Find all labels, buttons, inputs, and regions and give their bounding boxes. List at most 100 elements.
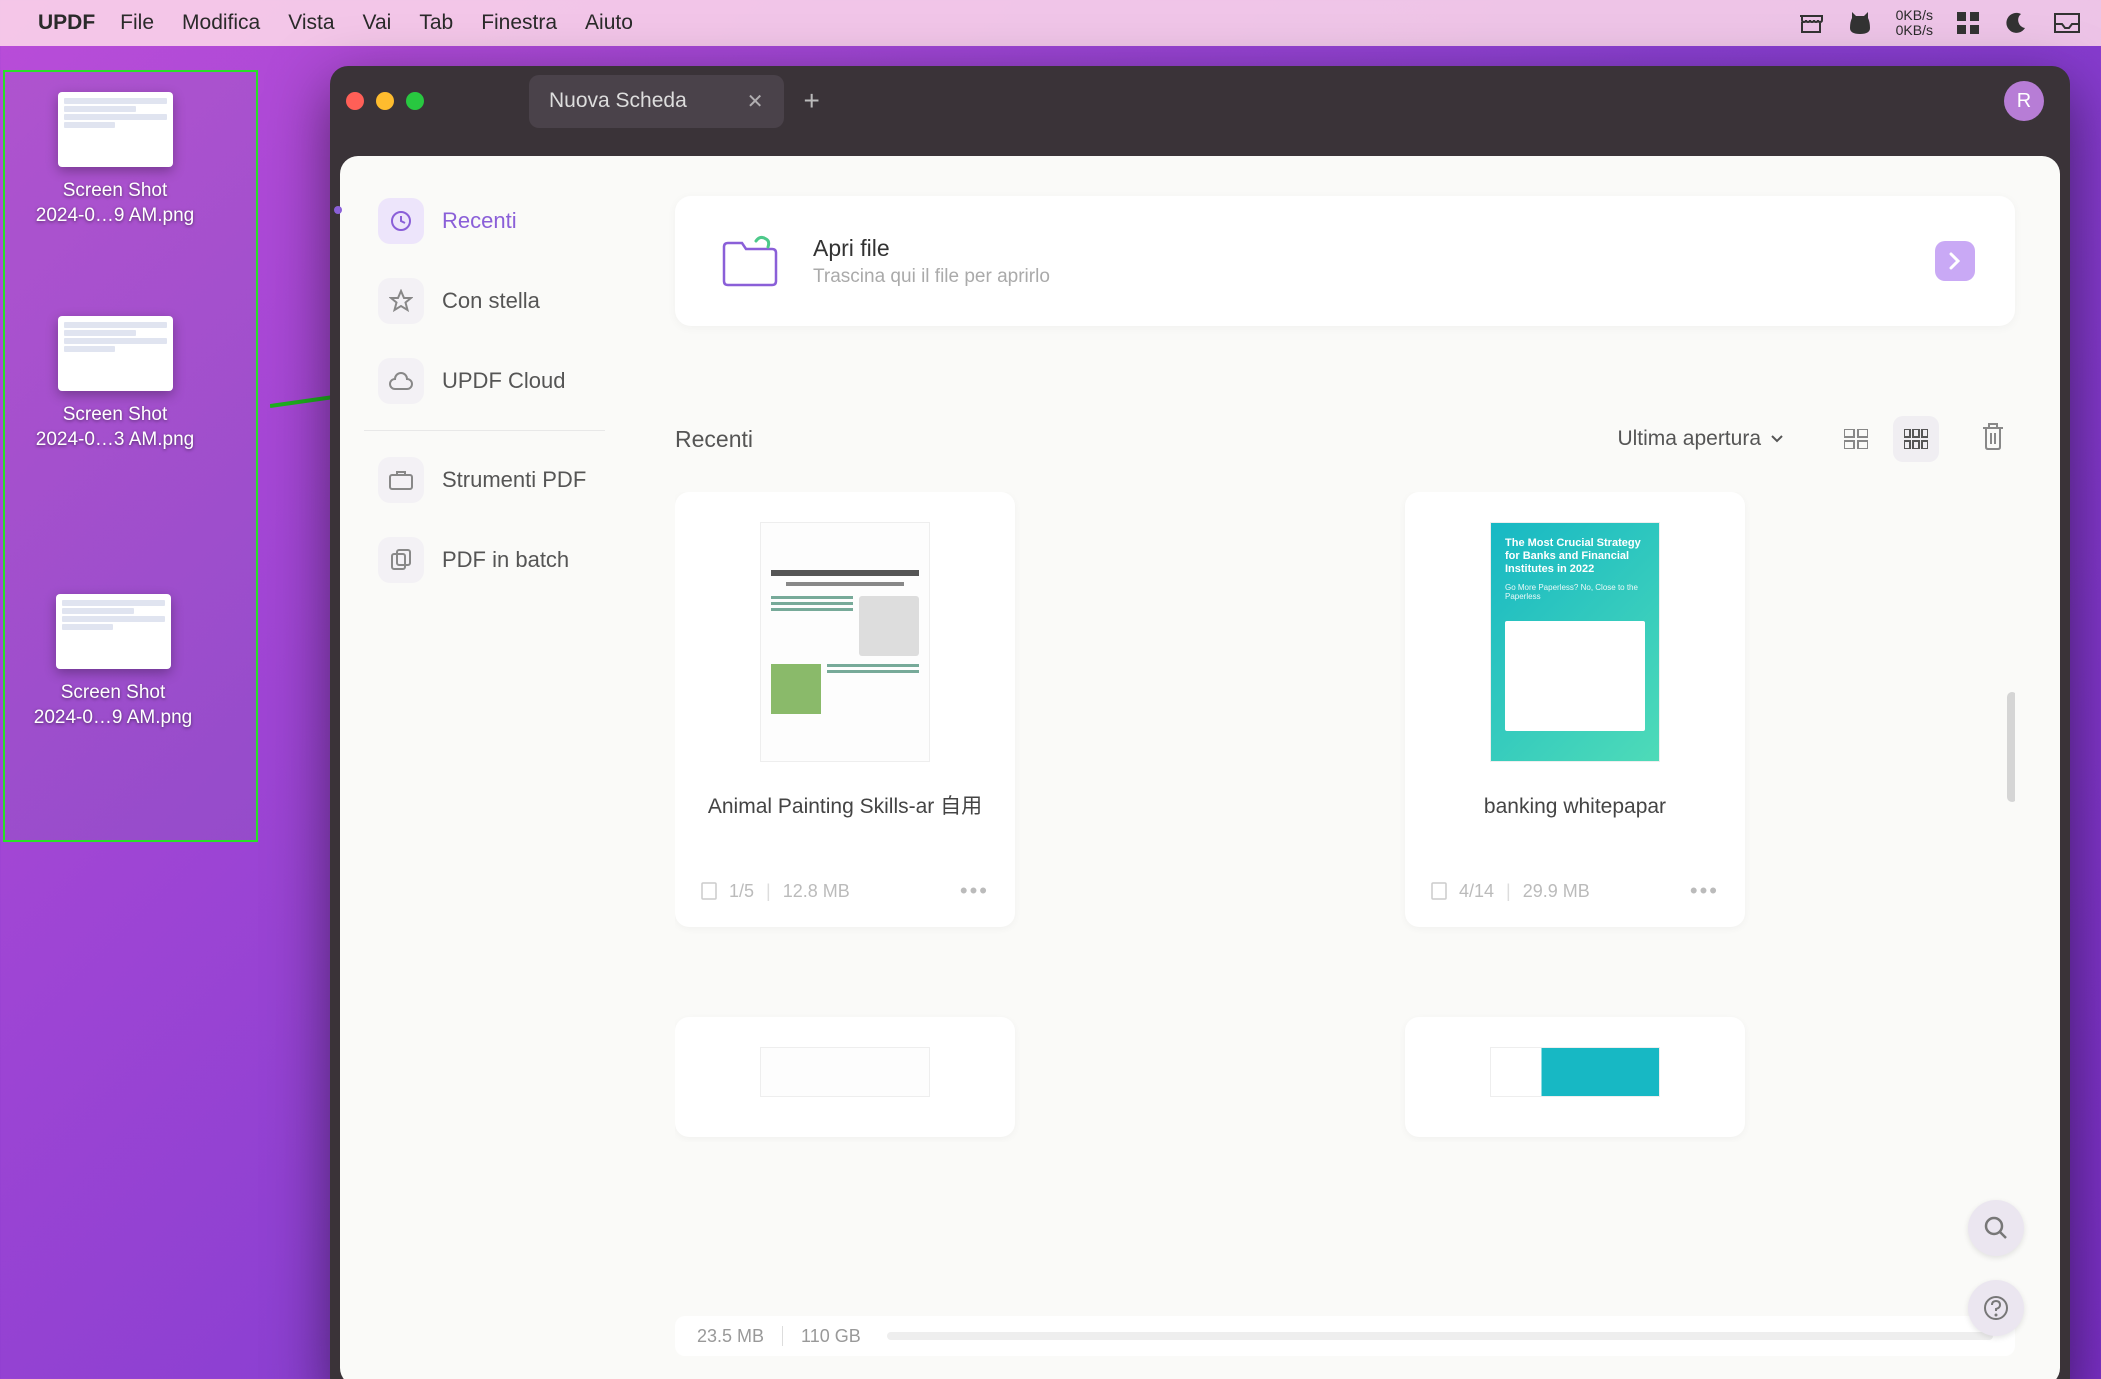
- browser-tab[interactable]: Nuova Scheda ✕: [529, 75, 784, 128]
- sidebar-divider: [364, 430, 605, 431]
- sort-label: Ultima apertura: [1617, 427, 1761, 451]
- file-thumbnail: [56, 594, 171, 669]
- files-grid: Animal Painting Skills-ar 自用 1/5 | 12.8 …: [675, 492, 2015, 1142]
- open-file-subtitle: Trascina qui il file per aprirlo: [813, 266, 1050, 288]
- star-icon: [378, 278, 424, 324]
- main-panel: Apri file Trascina qui il file per aprir…: [630, 156, 2060, 1379]
- net-up: 0KB/s: [1896, 8, 1933, 23]
- minimize-button[interactable]: [376, 92, 394, 110]
- sidebar-item-recent[interactable]: Recenti: [364, 186, 605, 256]
- file-thumbnail: [58, 316, 173, 391]
- grid-icon[interactable]: [1957, 12, 1979, 34]
- page-icon: [1431, 882, 1447, 900]
- file-name-line1: Screen Shot: [63, 180, 168, 201]
- file-name-line2: 2024-0…3 AM.png: [36, 429, 194, 450]
- desktop-file-1[interactable]: Screen Shot 2024-0…9 AM.png: [5, 92, 225, 228]
- menu-view[interactable]: Vista: [288, 11, 334, 35]
- sidebar-label: Recenti: [442, 208, 517, 234]
- file-more-button[interactable]: •••: [960, 878, 989, 904]
- copy-icon: [378, 537, 424, 583]
- avatar-letter: R: [2017, 90, 2031, 113]
- open-file-title: Apri file: [813, 235, 1050, 262]
- close-button[interactable]: [346, 92, 364, 110]
- file-card-2[interactable]: The Most Crucial Strategy for Banks and …: [1405, 492, 1745, 927]
- storage-progress: [887, 1332, 1993, 1340]
- file-card-1[interactable]: Animal Painting Skills-ar 自用 1/5 | 12.8 …: [675, 492, 1015, 927]
- trash-button[interactable]: [1979, 421, 2015, 457]
- file-name-line2: 2024-0…9 AM.png: [34, 707, 192, 728]
- sidebar-item-batch[interactable]: PDF in batch: [364, 525, 605, 595]
- sidebar-label: UPDF Cloud: [442, 368, 565, 394]
- file-preview: The Most Crucial Strategy for Banks and …: [1490, 522, 1660, 762]
- file-name: Animal Painting Skills-ar 自用: [695, 792, 995, 848]
- traffic-lights: [346, 92, 424, 110]
- close-tab-icon[interactable]: ✕: [747, 89, 764, 114]
- moon-icon[interactable]: [2003, 10, 2029, 36]
- help-icon: [1983, 1295, 2009, 1321]
- file-preview: [1490, 1047, 1660, 1097]
- open-file-card[interactable]: Apri file Trascina qui il file per aprir…: [675, 196, 2015, 326]
- chevron-down-icon: [1771, 435, 1783, 443]
- search-icon: [1983, 1215, 2009, 1241]
- file-size: 12.8 MB: [783, 881, 850, 902]
- menu-tab[interactable]: Tab: [419, 11, 453, 35]
- file-size: 29.9 MB: [1523, 881, 1590, 902]
- tab-title: Nuova Scheda: [549, 89, 687, 113]
- storage-used: 23.5 MB: [697, 1326, 764, 1347]
- file-pages: 1/5: [729, 881, 754, 902]
- desktop-file-3[interactable]: Screen Shot 2024-0…9 AM.png: [3, 594, 223, 730]
- mac-menubar: UPDF File Modifica Vista Vai Tab Finestr…: [0, 0, 2101, 46]
- folder-icon: [715, 226, 785, 296]
- chevron-right-icon: [1949, 252, 1961, 270]
- view-grid-button[interactable]: [1893, 416, 1939, 462]
- file-card-4[interactable]: [1405, 1017, 1745, 1137]
- help-fab[interactable]: [1968, 1280, 2024, 1336]
- file-more-button[interactable]: •••: [1690, 878, 1719, 904]
- file-name-line2: 2024-0…9 AM.png: [36, 205, 194, 226]
- file-name-line1: Screen Shot: [61, 682, 166, 703]
- file-thumbnail: [58, 92, 173, 167]
- sidebar-item-tools[interactable]: Strumenti PDF: [364, 445, 605, 515]
- menu-help[interactable]: Aiuto: [585, 11, 633, 35]
- file-card-3[interactable]: [675, 1017, 1015, 1137]
- search-fab[interactable]: [1968, 1200, 2024, 1256]
- menu-file[interactable]: File: [120, 11, 154, 35]
- app-name[interactable]: UPDF: [38, 11, 95, 35]
- file-name: banking whitepapar: [1425, 792, 1725, 848]
- scroll-indicator[interactable]: [2007, 692, 2015, 802]
- sidebar: Recenti Con stella UPDF Cloud Strumenti …: [340, 156, 630, 1379]
- sidebar-item-starred[interactable]: Con stella: [364, 266, 605, 336]
- grid-view-icon: [1904, 429, 1928, 449]
- sidebar-item-cloud[interactable]: UPDF Cloud: [364, 346, 605, 416]
- clock-icon: [378, 198, 424, 244]
- net-down: 0KB/s: [1896, 23, 1933, 38]
- menu-go[interactable]: Vai: [363, 11, 392, 35]
- sidebar-label: Con stella: [442, 288, 540, 314]
- maximize-button[interactable]: [406, 92, 424, 110]
- file-name-line1: Screen Shot: [63, 404, 168, 425]
- file-preview: [760, 522, 930, 762]
- view-list-button[interactable]: [1833, 416, 1879, 462]
- itch-icon[interactable]: [1798, 12, 1824, 34]
- sort-dropdown[interactable]: Ultima apertura: [1617, 427, 1783, 451]
- menu-window[interactable]: Finestra: [481, 11, 557, 35]
- files-section-title: Recenti: [675, 426, 753, 453]
- storage-total: 110 GB: [801, 1326, 861, 1347]
- list-view-icon: [1844, 429, 1868, 449]
- file-preview: [760, 1047, 930, 1097]
- user-avatar[interactable]: R: [2004, 81, 2044, 121]
- app-window: Nuova Scheda ✕ + R Recenti Con stella: [330, 66, 2070, 1379]
- toolbox-icon: [378, 457, 424, 503]
- open-file-chevron-button[interactable]: [1935, 241, 1975, 281]
- desktop-file-2[interactable]: Screen Shot 2024-0…3 AM.png: [5, 316, 225, 452]
- menu-edit[interactable]: Modifica: [182, 11, 260, 35]
- tray-icon[interactable]: [2053, 12, 2081, 34]
- trash-icon: [1979, 421, 2007, 451]
- storage-bar: 23.5 MB 110 GB: [675, 1316, 2015, 1356]
- file-pages: 4/14: [1459, 881, 1494, 902]
- new-tab-button[interactable]: +: [804, 85, 820, 117]
- window-titlebar: Nuova Scheda ✕ + R: [330, 66, 2070, 136]
- cat-icon[interactable]: [1848, 10, 1872, 36]
- sidebar-label: PDF in batch: [442, 547, 569, 573]
- sidebar-indicator-dot: [334, 206, 342, 214]
